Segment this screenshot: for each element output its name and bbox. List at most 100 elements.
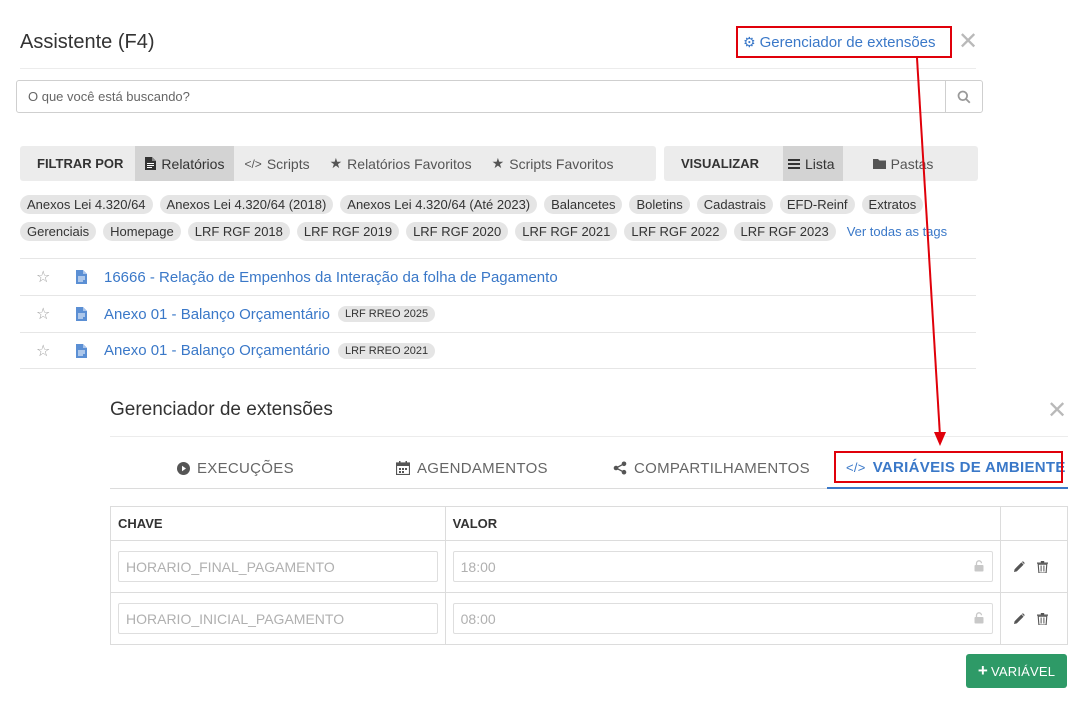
add-variable-label: VARIÁVEL: [990, 663, 1056, 679]
tag-chip[interactable]: LRF RGF 2022: [624, 221, 727, 241]
view-bar: VISUALIZAR Lista Pastas: [664, 146, 978, 181]
table-row: [110, 592, 1068, 645]
star-outline-icon[interactable]: ☆: [36, 267, 60, 287]
filter-reports[interactable]: Relatórios: [135, 146, 235, 181]
variable-key-field[interactable]: [118, 603, 438, 634]
filter-label: FILTRAR POR: [37, 156, 124, 171]
filter-favorite-reports[interactable]: ★ Relatórios Favoritos: [320, 146, 482, 181]
tag-chip[interactable]: LRF RGF 2020: [406, 221, 509, 241]
tag-chip[interactable]: Cadastrais: [696, 194, 773, 214]
report-link[interactable]: 16666 - Relação de Empenhos da Interação…: [104, 269, 558, 286]
view-list[interactable]: Lista: [783, 146, 843, 181]
report-tag: LRF RREO 2021: [337, 342, 436, 359]
document-icon: [76, 270, 88, 284]
document-icon: [76, 307, 88, 321]
tag-chip[interactable]: EFD-Reinf: [779, 194, 855, 214]
close-assistant-icon[interactable]: ✕: [958, 30, 978, 54]
document-icon: [76, 343, 88, 358]
code-icon: </>: [244, 156, 262, 171]
lock-icon: [974, 611, 984, 629]
tab-schedules-label: AGENDAMENTOS: [417, 459, 548, 477]
play-circle-icon: [177, 461, 190, 475]
tab-sharing[interactable]: COMPARTILHAMENTOS: [613, 448, 810, 488]
tag-chip[interactable]: LRF RGF 2018: [187, 221, 290, 241]
tab-schedules[interactable]: AGENDAMENTOS: [396, 448, 548, 488]
tag-chip[interactable]: Anexos Lei 4.320/64 (2018): [159, 194, 334, 214]
report-list: ☆ 16666 - Relação de Empenhos da Interaçã…: [20, 258, 976, 369]
variable-key-field[interactable]: [118, 551, 438, 582]
edit-pencil-icon[interactable]: [1013, 560, 1025, 573]
divider: [20, 68, 976, 69]
filter-favorite-scripts-label: Scripts Favoritos: [509, 155, 614, 172]
column-header-key: CHAVE: [110, 506, 446, 541]
plus-icon: +: [977, 661, 988, 680]
report-link[interactable]: Anexo 01 - Balanço Orçamentário: [104, 306, 330, 323]
share-icon: [613, 461, 627, 475]
tab-bar: EXECUÇÕES AGENDAMENTOS COMPARTILHAMENTOS…: [110, 448, 1068, 489]
tag-chip[interactable]: Gerenciais: [20, 221, 97, 241]
tag-chip[interactable]: Homepage: [103, 221, 181, 241]
tag-chip[interactable]: Boletins: [629, 194, 690, 214]
filter-scripts-label: Scripts: [266, 155, 310, 172]
variable-value-field[interactable]: [452, 551, 993, 582]
tag-chip[interactable]: LRF RGF 2019: [296, 221, 400, 241]
star-outline-icon[interactable]: ☆: [36, 341, 60, 361]
report-link[interactable]: Anexo 01 - Balanço Orçamentário: [104, 342, 330, 359]
file-icon: [145, 157, 157, 170]
lock-icon: [974, 559, 984, 577]
search-icon: [957, 90, 971, 103]
extensions-manager-link-label: Gerenciador de extensões: [759, 33, 936, 51]
search-input[interactable]: [16, 80, 946, 113]
tab-executions[interactable]: EXECUÇÕES: [177, 448, 294, 488]
star-icon: ★: [491, 155, 505, 171]
variable-value-field[interactable]: [452, 603, 993, 634]
environment-variables-table: CHAVE VALOR: [110, 506, 1068, 645]
report-row: ☆ 16666 - Relação de Empenhos da Interaçã…: [20, 258, 976, 295]
calendar-icon: [396, 461, 410, 475]
view-folders[interactable]: Pastas: [843, 146, 944, 181]
edit-pencil-icon[interactable]: [1013, 612, 1025, 625]
divider: [110, 436, 1068, 437]
column-header-value: VALOR: [444, 506, 1002, 541]
tag-chip[interactable]: LRF RGF 2023: [733, 221, 836, 241]
filter-favorite-reports-label: Relatórios Favoritos: [347, 155, 472, 172]
tag-chip[interactable]: Anexos Lei 4.320/64 (Até 2023): [340, 194, 538, 214]
value-cell: [444, 540, 1002, 593]
actions-cell: [1000, 592, 1068, 645]
value-cell: [444, 592, 1002, 645]
add-variable-button[interactable]: + VARIÁVEL: [966, 654, 1067, 688]
extensions-manager-title: Gerenciador de extensões: [110, 399, 333, 420]
tag-chip[interactable]: Balancetes: [544, 194, 623, 214]
filter-bar: FILTRAR POR Relatórios </> Scripts ★ Rel…: [20, 146, 656, 181]
key-cell: [110, 540, 446, 593]
list-icon: [788, 158, 800, 169]
view-folders-label: Pastas: [890, 155, 934, 172]
report-tag: LRF RREO 2025: [337, 306, 436, 322]
delete-trash-icon[interactable]: [1037, 560, 1048, 573]
delete-trash-icon[interactable]: [1037, 612, 1048, 625]
extensions-manager-link[interactable]: ⚙ Gerenciador de extensões: [736, 26, 952, 58]
key-cell: [110, 592, 446, 645]
filter-scripts[interactable]: </> Scripts: [234, 146, 319, 181]
see-all-tags-link[interactable]: Ver todas as tags: [847, 224, 947, 239]
report-row: ☆ Anexo 01 - Balanço Orçamentário LRF RREO…: [20, 332, 976, 369]
close-extensions-manager-icon[interactable]: ✕: [1047, 399, 1067, 423]
tag-cloud: Anexos Lei 4.320/64 Anexos Lei 4.320/64 (…: [20, 193, 980, 247]
tag-chip[interactable]: Extratos: [861, 194, 924, 214]
table-row: [110, 540, 1068, 593]
tag-chip[interactable]: LRF RGF 2021: [515, 221, 618, 241]
filter-favorite-scripts[interactable]: ★ Scripts Favoritos: [482, 146, 624, 181]
actions-cell: [1000, 540, 1068, 593]
star-icon: ★: [329, 155, 343, 171]
folder-icon: [872, 159, 886, 169]
report-row: ☆ Anexo 01 - Balanço Orçamentário LRF RREO…: [20, 295, 976, 332]
tab-executions-label: EXECUÇÕES: [197, 459, 294, 477]
tag-chip[interactable]: Anexos Lei 4.320/64: [20, 194, 153, 214]
star-outline-icon[interactable]: ☆: [36, 304, 60, 324]
view-list-label: Lista: [805, 155, 835, 172]
column-header-actions: [1000, 506, 1068, 541]
view-label: VISUALIZAR: [681, 156, 759, 171]
gear-icon: ⚙: [743, 33, 756, 50]
highlight-box: [834, 451, 1063, 483]
search-button[interactable]: [945, 80, 983, 113]
